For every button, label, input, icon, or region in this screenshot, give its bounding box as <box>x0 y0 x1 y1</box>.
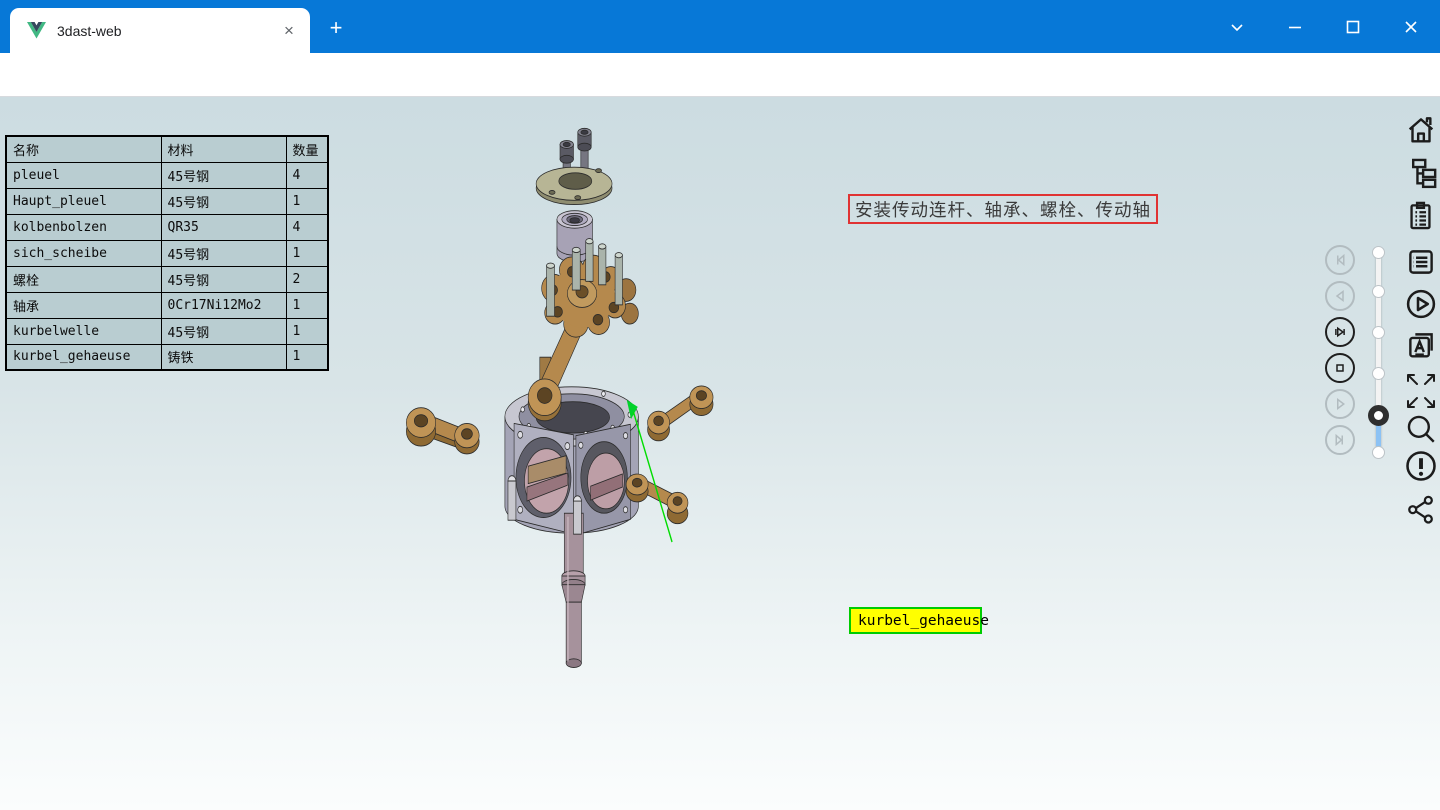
browser-window: 3dast-web × + <box>0 0 1440 810</box>
bom-row: kurbel_gehaeuse铸铁1 <box>6 344 328 370</box>
timeline-current-step-handle[interactable] <box>1368 405 1389 426</box>
bom-row: Haupt_pleuel45号钢1 <box>6 188 328 214</box>
bom-row: sich_scheibe45号钢1 <box>6 240 328 266</box>
step-play-button[interactable] <box>1325 317 1355 347</box>
bom-row: 轴承0Cr17Ni12Mo21 <box>6 292 328 318</box>
step-back-button[interactable] <box>1325 281 1355 311</box>
zoom-button[interactable] <box>1402 410 1439 447</box>
timeline-step-dot[interactable] <box>1372 246 1385 259</box>
bom-row: kurbelwelle45号钢1 <box>6 318 328 344</box>
pleuel-rod-left[interactable] <box>406 408 479 454</box>
assembly-tree-button[interactable] <box>1402 153 1439 190</box>
task-list-button[interactable] <box>1402 196 1439 233</box>
bom-header-material: 材料 <box>161 136 286 162</box>
window-minimize-button[interactable] <box>1266 0 1324 53</box>
window-maximize-button[interactable] <box>1324 0 1382 53</box>
pleuel-rod-right-lower[interactable] <box>626 474 688 524</box>
window-controls <box>1208 0 1440 53</box>
skip-to-end-button[interactable] <box>1325 425 1355 455</box>
pleuel-rod-right-upper[interactable] <box>648 386 714 441</box>
skip-to-start-button[interactable] <box>1325 245 1355 275</box>
home-button[interactable] <box>1402 111 1439 148</box>
timeline-step-dot[interactable] <box>1372 285 1385 298</box>
stop-button[interactable] <box>1325 353 1355 383</box>
timeline-step-dot[interactable] <box>1372 367 1385 380</box>
info-button[interactable] <box>1402 447 1439 484</box>
vue-logo-icon <box>27 22 46 39</box>
viewer-canvas[interactable]: 名称 材料 数量 pleuel45号钢4 Haupt_pleuel45号钢1 k… <box>0 97 1440 810</box>
browser-tab[interactable]: 3dast-web × <box>10 8 310 53</box>
timeline-step-dot[interactable] <box>1372 326 1385 339</box>
bom-header-qty: 数量 <box>286 136 328 162</box>
crankshaft[interactable] <box>562 513 585 667</box>
steps-list-button[interactable] <box>1402 243 1439 280</box>
browser-titlebar: 3dast-web × + <box>0 0 1440 53</box>
bom-row: 螺栓45号钢2 <box>6 266 328 292</box>
tab-title: 3dast-web <box>57 23 278 39</box>
play-animation-button[interactable] <box>1402 285 1439 322</box>
bom-row: kolbenbolzenQR354 <box>6 214 328 240</box>
window-chevron-button[interactable] <box>1208 0 1266 53</box>
bom-row: pleuel45号钢4 <box>6 162 328 188</box>
tab-close-icon[interactable]: × <box>278 20 300 42</box>
timeline-step-dot[interactable] <box>1372 446 1385 459</box>
step-annotation: 安装传动连杆、轴承、螺栓、传动轴 <box>848 194 1158 224</box>
bom-table: 名称 材料 数量 pleuel45号钢4 Haupt_pleuel45号钢1 k… <box>5 135 329 371</box>
window-close-button[interactable] <box>1382 0 1440 53</box>
new-tab-button[interactable]: + <box>322 14 350 42</box>
annotation-toggle-button[interactable] <box>1402 326 1439 363</box>
fullscreen-button[interactable] <box>1402 369 1439 413</box>
play-button[interactable] <box>1325 389 1355 419</box>
part-label[interactable]: kurbel_gehaeuse <box>849 607 982 634</box>
share-button[interactable] <box>1402 490 1439 527</box>
browser-toolbar: 不安全 192.168.30.157:11182/index.html?view… <box>0 53 1440 97</box>
washer-disc[interactable] <box>536 167 612 204</box>
bom-header-row: 名称 材料 数量 <box>6 136 328 162</box>
bom-header-name: 名称 <box>6 136 161 162</box>
